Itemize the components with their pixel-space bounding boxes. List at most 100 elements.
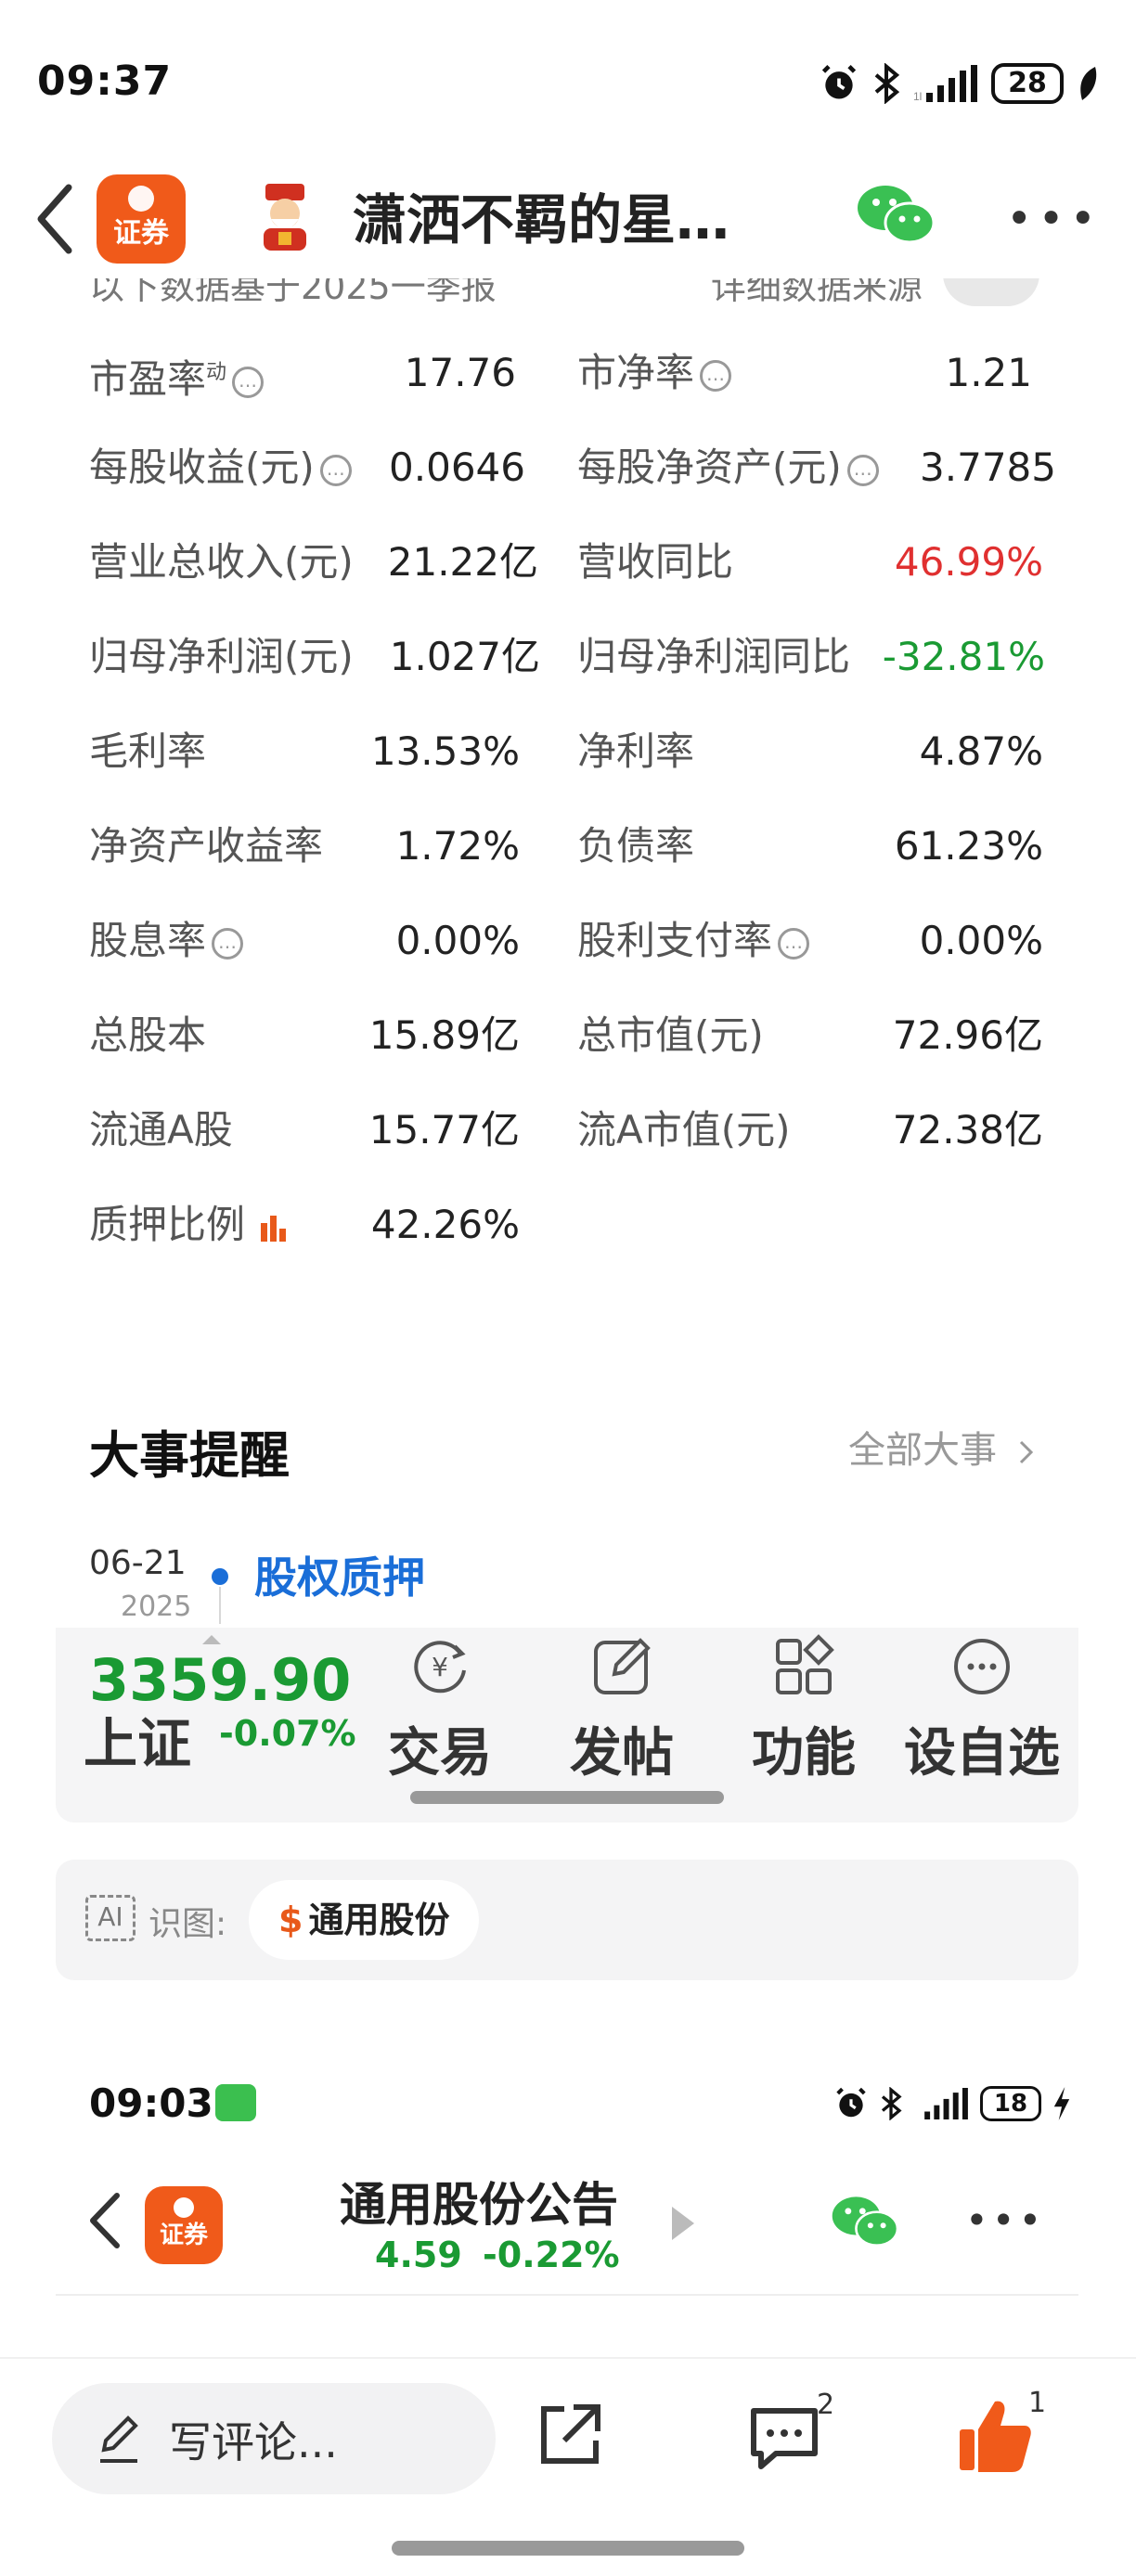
metric-pb: 市净率… 1.21 [577, 345, 1032, 401]
dollar-icon: $ [278, 1900, 303, 1940]
events-section-title: 大事提醒 [89, 1426, 290, 1485]
trade-label: 交易 [388, 1723, 492, 1784]
svg-text:¥: ¥ [432, 1652, 448, 1682]
metric-net-margin: 净利率 4.87% [577, 724, 1043, 779]
metric-revenue-yoy: 营收同比 46.99% [577, 535, 1043, 590]
event-year: 2025 [121, 1591, 192, 1623]
bar-chart-icon[interactable] [258, 1212, 290, 1243]
metric-total-shares-label: 总股本 [89, 1012, 207, 1058]
metric-net-profit-value: 1.027亿 [389, 634, 540, 679]
metric-market-cap-label: 总市值(元) [577, 1012, 764, 1058]
bluetooth-icon [881, 2087, 902, 2120]
data-source-label: 详细数据来源 [711, 278, 923, 307]
metric-market-cap-value: 72.96亿 [892, 1012, 1043, 1058]
chevron-right-icon [1019, 1440, 1033, 1464]
data-source-toggle[interactable] [943, 278, 1039, 306]
event-name-link[interactable]: 股权质押 [254, 1544, 425, 1605]
app-logo: 证券 [97, 174, 186, 264]
watchlist-label: 设自选 [904, 1723, 1060, 1784]
metric-roe-label: 净资产收益率 [89, 823, 324, 869]
metric-pe-value: 17.76 [404, 350, 516, 395]
info-icon[interactable]: … [778, 927, 810, 960]
charging-icon [1053, 2087, 1070, 2120]
back-arrow-icon[interactable] [32, 182, 78, 256]
nested-battery-indicator: 18 [980, 2086, 1041, 2121]
metric-float-a-cap-label: 流A市值(元) [577, 1107, 791, 1153]
metric-dividend-yield-value: 0.00% [395, 918, 520, 963]
function-label: 功能 [752, 1723, 856, 1784]
share-icon[interactable] [533, 2400, 605, 2472]
metric-payout-ratio: 股利支付率… 0.00% [577, 913, 1043, 969]
all-events-link[interactable]: 全部大事 [848, 1420, 1037, 1474]
info-icon[interactable]: … [846, 454, 879, 486]
like-count: 1 [1028, 2387, 1047, 2419]
metric-net-profit: 归母净利润(元) 1.027亿 [89, 629, 540, 685]
event-timeline-line [219, 1587, 221, 1624]
more-circle-icon [954, 1639, 1010, 1694]
image-recognition-label: 识图: [148, 1905, 227, 1943]
nested-play-triangle-icon [672, 2207, 694, 2240]
thumbs-up-icon[interactable] [958, 2396, 1032, 2474]
metric-revenue: 营业总收入(元) 21.22亿 [89, 535, 538, 590]
post-label: 发帖 [570, 1723, 674, 1784]
alarm-icon [836, 2087, 866, 2118]
nested-stock-price: 4.59 [375, 2235, 462, 2275]
info-icon[interactable]: … [700, 359, 732, 392]
metric-pb-label: 市净率 [577, 350, 695, 395]
nested-divider [56, 2294, 1078, 2296]
metric-bvps-value: 3.7785 [920, 444, 1056, 490]
bluetooth-icon [874, 63, 900, 104]
metric-pe-superscript: 动 [206, 361, 227, 384]
fortune-god-avatar-icon[interactable] [252, 182, 317, 252]
metric-dividend-yield: 股息率… 0.00% [89, 913, 520, 969]
metric-net-profit-label: 归母净利润(元) [89, 634, 354, 679]
comment-count: 2 [817, 2389, 835, 2421]
metric-net-profit-yoy: 归母净利润同比 -32.81% [577, 629, 1045, 685]
metric-revenue-value: 21.22亿 [387, 539, 538, 585]
signal-icon: 1l [913, 65, 977, 102]
metric-eps-label: 每股收益(元) [89, 444, 315, 490]
post-button[interactable]: 发帖 [548, 1633, 696, 1786]
metric-net-profit-yoy-value: -32.81% [882, 634, 1045, 679]
data-source-note-row: 以下数据基于2025一季报 详细数据来源 [89, 278, 1054, 323]
trade-button[interactable]: ¥ 交易 [366, 1633, 514, 1786]
metric-dividend-yield-label: 股息率 [89, 918, 207, 963]
trade-yen-icon: ¥ [414, 1641, 466, 1694]
metric-pledge: 质押比例 42.26% [89, 1197, 520, 1253]
recognized-stock-chip[interactable]: $ 通用股份 [249, 1880, 480, 1960]
index-name[interactable]: 上证 [84, 1700, 191, 1778]
comments-icon[interactable] [748, 2405, 820, 2472]
nested-app-indicator-icon [215, 2084, 256, 2121]
edit-post-icon [594, 1638, 651, 1694]
info-icon[interactable]: … [212, 927, 244, 960]
ai-scan-icon: AI [85, 1895, 136, 1941]
metric-debt-ratio: 负债率 61.23% [577, 818, 1043, 874]
nested-status-time: 09:03 [89, 2080, 213, 2126]
add-watchlist-button[interactable]: 设自选 [900, 1633, 1064, 1786]
metric-revenue-yoy-value: 46.99% [894, 539, 1043, 585]
alarm-icon [821, 65, 857, 99]
metric-payout-ratio-value: 0.00% [919, 918, 1043, 963]
post-author-title[interactable]: 潇洒不羁的星… [353, 176, 729, 254]
wechat-share-icon[interactable] [856, 182, 934, 247]
metric-float-a-cap: 流A市值(元) 72.38亿 [577, 1102, 1043, 1158]
comment-placeholder[interactable]: 写评论... [169, 2409, 338, 2470]
index-change: -0.07% [219, 1713, 356, 1754]
metric-payout-ratio-label: 股利支付率 [577, 918, 773, 963]
metric-pledge-value: 42.26% [370, 1202, 520, 1247]
metric-revenue-yoy-label: 营收同比 [577, 539, 734, 585]
metric-float-a-cap-value: 72.38亿 [892, 1107, 1043, 1153]
metric-pe: 市盈率动… 17.76 [89, 345, 516, 402]
metric-float-a-label: 流通A股 [89, 1107, 233, 1153]
function-button[interactable]: 功能 [729, 1633, 878, 1786]
info-icon[interactable]: … [232, 366, 265, 398]
metric-net-margin-value: 4.87% [919, 728, 1043, 774]
nested-status-icons: 18 [833, 2080, 1071, 2127]
more-options-icon[interactable]: ••• [1006, 193, 1102, 245]
nested-logo-text: 证券 [159, 2222, 208, 2249]
nested-wechat-icon [832, 2196, 898, 2247]
all-events-label: 全部大事 [848, 1429, 997, 1472]
info-icon[interactable]: … [319, 454, 352, 486]
metric-eps-value: 0.0646 [389, 444, 525, 490]
nested-page-title: 通用股份公告 [340, 2178, 618, 2232]
